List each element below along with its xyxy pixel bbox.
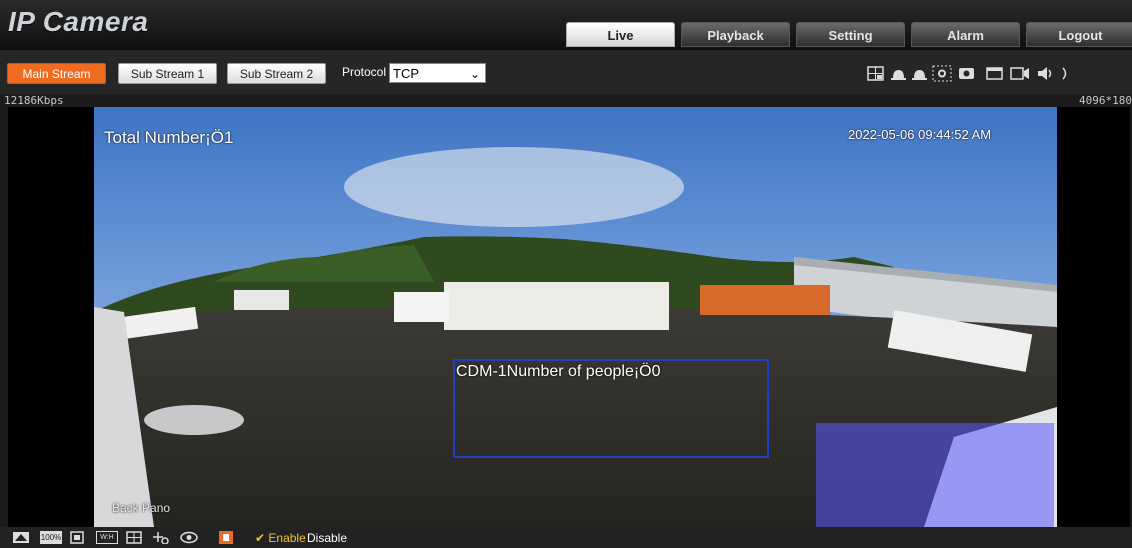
sub-stream-1-button[interactable]: Sub Stream 1 (118, 63, 217, 84)
record-icon[interactable] (1010, 66, 1030, 81)
snapshot-icon[interactable] (958, 66, 975, 81)
person-icon-2[interactable] (911, 66, 928, 81)
window-split-icon[interactable] (126, 531, 142, 544)
fullscreen-icon[interactable] (70, 531, 84, 544)
total-number-overlay: Total Number¡Ö1 (104, 128, 234, 147)
tab-logout[interactable]: Logout (1026, 22, 1132, 47)
protocol-label: Protocol (342, 65, 387, 79)
disable-option[interactable]: Disable (307, 531, 347, 545)
enable-option[interactable]: ✔ Enable (255, 531, 306, 545)
sub-stream-2-button[interactable]: Sub Stream 2 (227, 63, 326, 84)
zoom-100-button[interactable]: 100% (40, 531, 62, 544)
bottom-control-bar: 100% W:H ✔ Enable Disable (0, 527, 1132, 548)
main-stream-button[interactable]: Main Stream (7, 63, 106, 84)
audio-icon[interactable] (1037, 66, 1054, 81)
region-count-overlay: CDM-1Number of people¡Ö0 (456, 363, 661, 380)
chevron-down-icon: ⌄ (469, 67, 480, 81)
grid-icon[interactable] (867, 66, 884, 81)
person-icon[interactable] (890, 66, 907, 81)
protocol-select[interactable]: TCP ⌄ (389, 63, 486, 83)
stream-toolbar: Main Stream Sub Stream 1 Sub Stream 2 Pr… (0, 50, 1132, 94)
protocol-value: TCP (393, 66, 419, 81)
window-icon[interactable] (986, 66, 1003, 81)
timestamp-overlay: 2022-05-06 09:44:52 AM (848, 127, 992, 142)
resolution-readout: 4096*180 (1079, 94, 1132, 107)
tab-setting[interactable]: Setting (796, 22, 905, 47)
aspect-ratio-button[interactable]: W:H (96, 531, 118, 544)
fisheye-icon[interactable] (12, 531, 30, 544)
info-icon[interactable] (1060, 66, 1070, 81)
eye-icon[interactable] (180, 531, 198, 544)
app-logo: IP Camera (8, 6, 149, 37)
tab-alarm[interactable]: Alarm (911, 22, 1020, 47)
zoom-region-icon[interactable] (932, 65, 952, 82)
view-mode-label: Back Pano (112, 501, 171, 515)
bitrate-readout: 12186Kbps (4, 94, 64, 107)
main-tabs: Live Playback Setting Alarm Logout (566, 22, 1132, 47)
live-video-view[interactable]: Total Number¡Ö1 2022-05-06 09:44:52 AM C… (8, 107, 1130, 527)
camera-scene (94, 107, 1057, 527)
tab-playback[interactable]: Playback (681, 22, 790, 47)
header-bar: IP Camera Live Playback Setting Alarm Lo… (0, 0, 1132, 50)
rule-overlay-icon[interactable] (218, 531, 234, 544)
detection-zone-fill (816, 423, 1054, 527)
tab-live[interactable]: Live (566, 22, 675, 47)
ptz-icon[interactable] (152, 531, 170, 544)
